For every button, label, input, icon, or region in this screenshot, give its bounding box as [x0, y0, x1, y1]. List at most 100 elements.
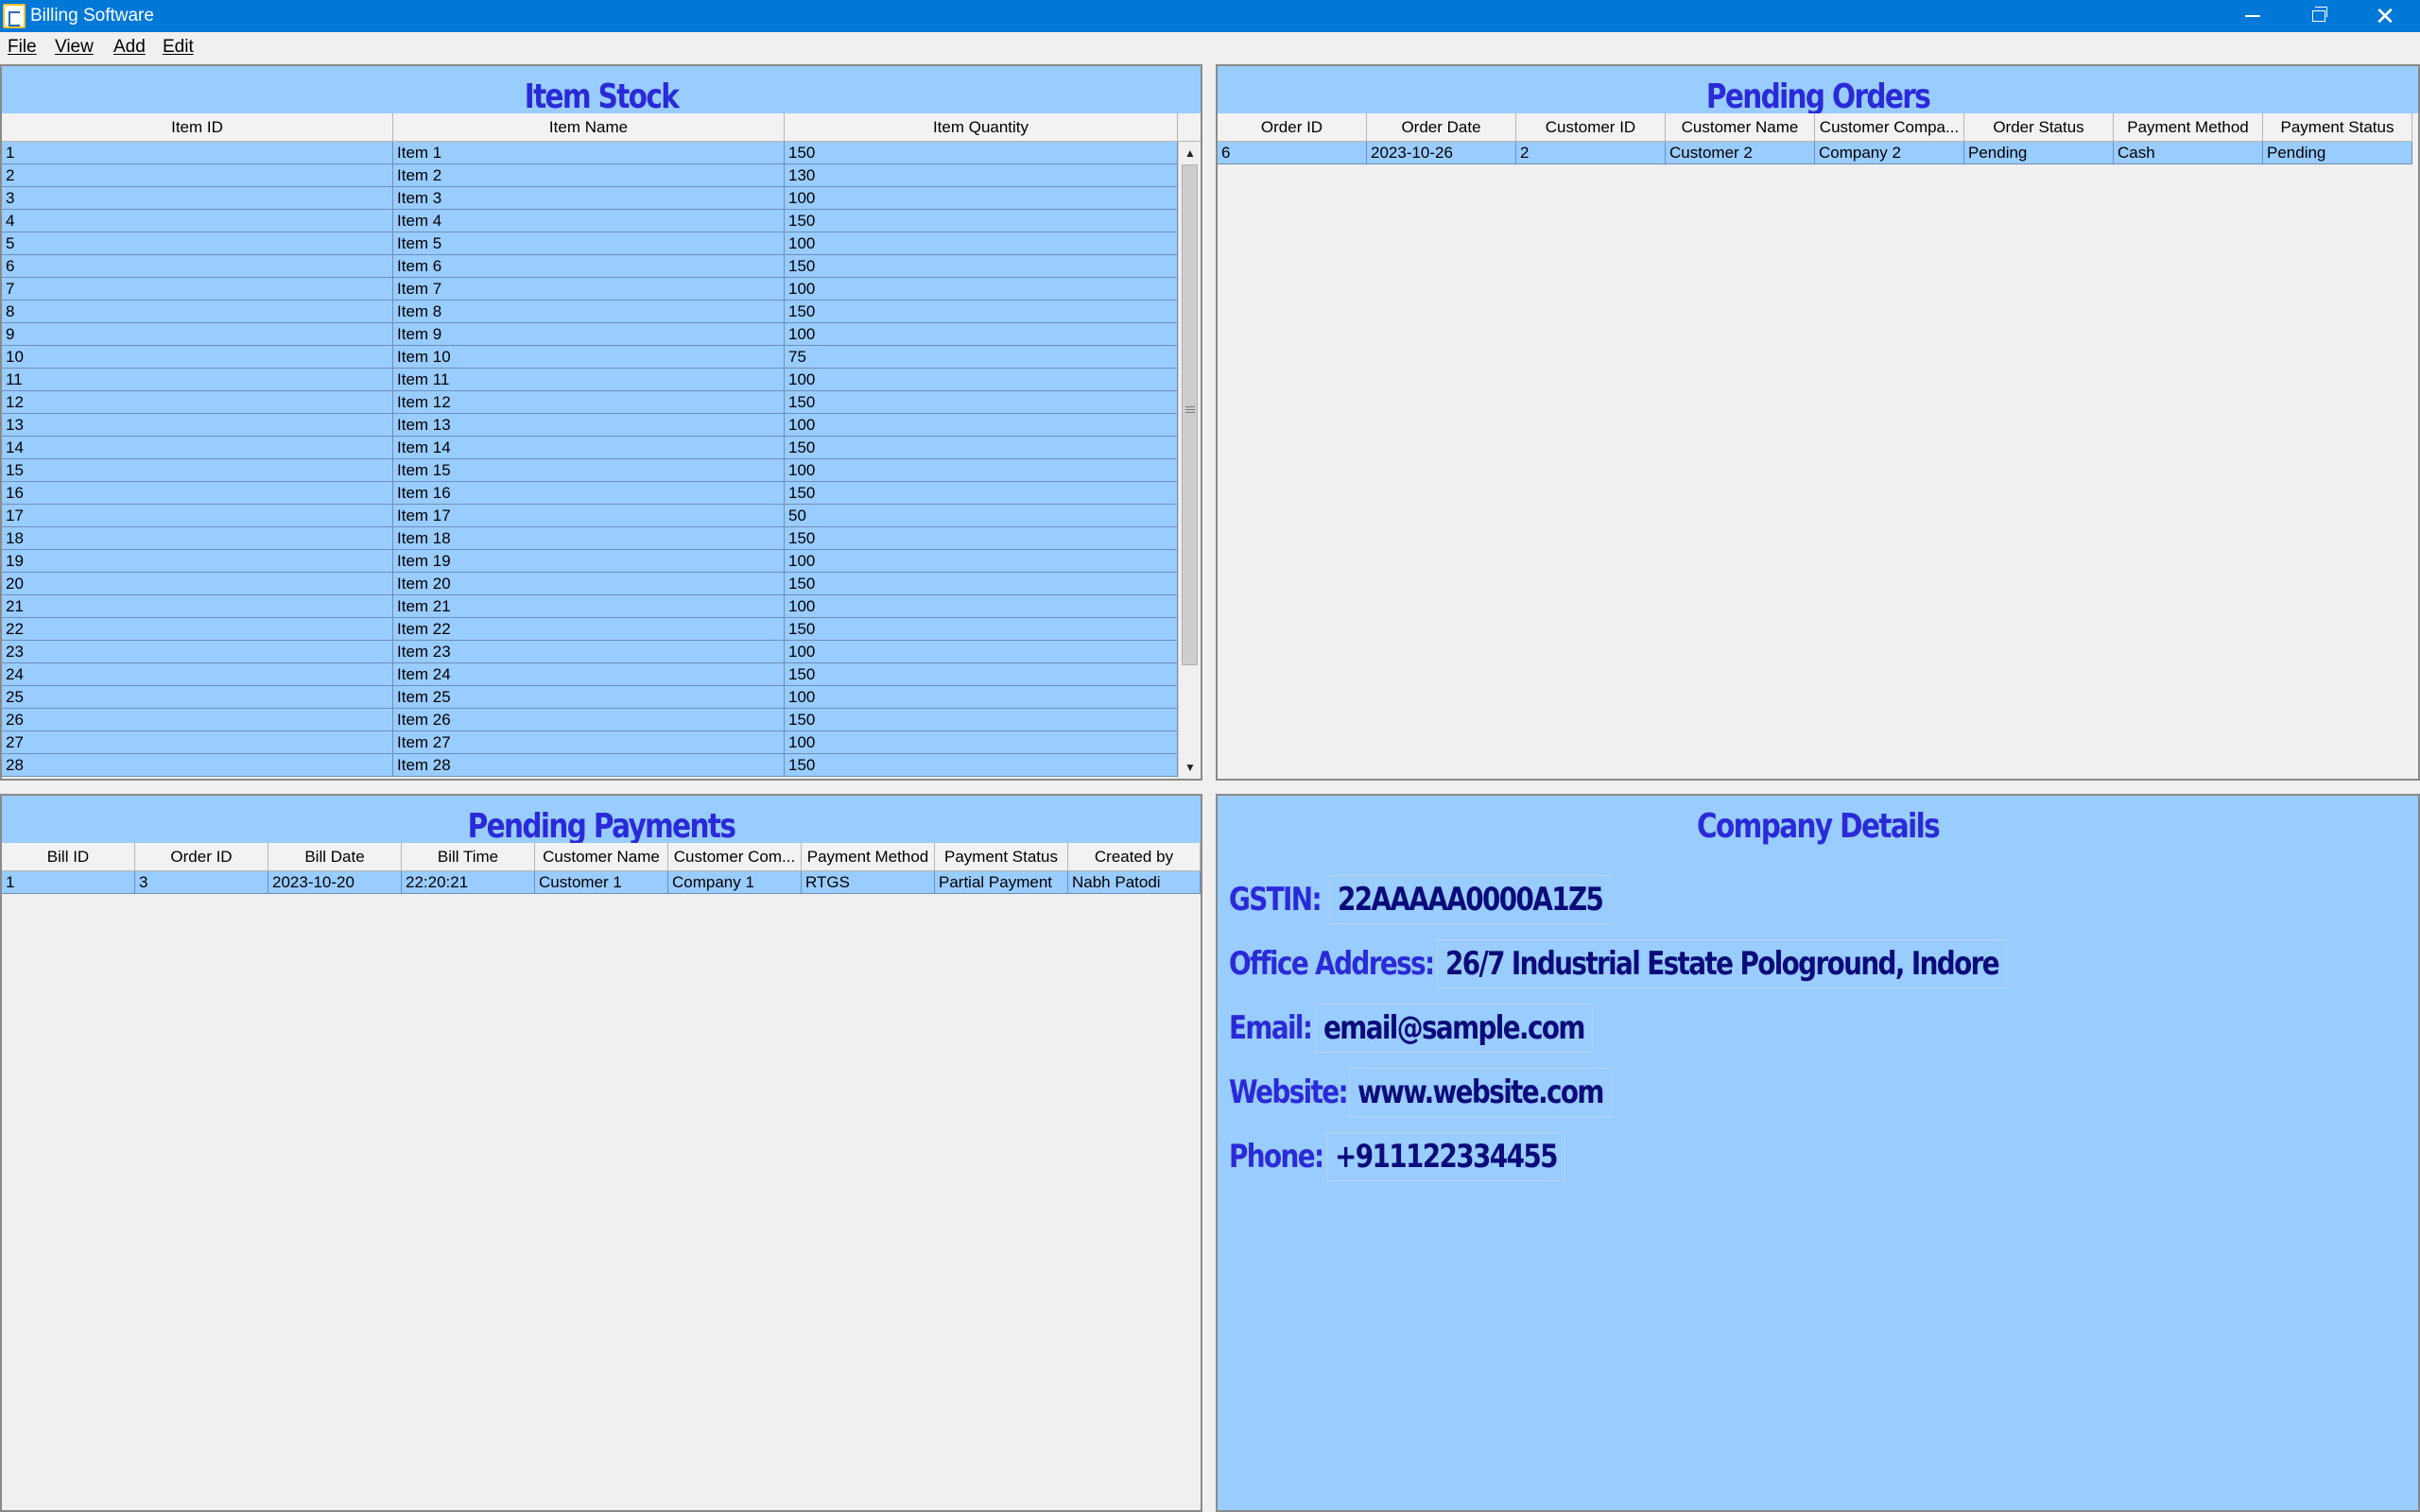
table-cell[interactable]: 22 [2, 618, 393, 640]
table-cell[interactable]: 20 [2, 573, 393, 594]
item-stock-row[interactable]: 12 Item 12 150 [2, 391, 1178, 414]
item-stock-row[interactable]: 18 Item 18 150 [2, 527, 1178, 550]
close-button[interactable]: ✕ [2352, 0, 2418, 32]
maximize-button[interactable] [2286, 0, 2352, 32]
table-cell[interactable]: 13 [2, 414, 393, 436]
table-cell[interactable]: 150 [785, 255, 1178, 277]
table-cell[interactable]: 4 [2, 210, 393, 232]
table-cell[interactable]: Item 3 [393, 187, 785, 209]
table-cell[interactable]: 50 [785, 505, 1178, 526]
column-header[interactable]: Payment Method [2114, 113, 2263, 141]
item-stock-row[interactable]: 26 Item 26 150 [2, 709, 1178, 731]
item-stock-row[interactable]: 22 Item 22 150 [2, 618, 1178, 641]
table-cell[interactable]: 150 [785, 437, 1178, 458]
item-stock-row[interactable]: 1 Item 1 150 [2, 142, 1178, 164]
column-header[interactable]: Customer Name [1666, 113, 1815, 141]
table-cell[interactable]: Nabh Patodi [1068, 871, 1201, 893]
table-cell[interactable]: 150 [785, 573, 1178, 594]
table-cell[interactable]: 100 [785, 550, 1178, 572]
table-cell[interactable]: 12 [2, 391, 393, 413]
item-stock-row[interactable]: 27 Item 27 100 [2, 731, 1178, 754]
column-header[interactable]: Payment Status [935, 843, 1068, 870]
table-cell[interactable]: 150 [785, 527, 1178, 549]
table-cell[interactable]: 21 [2, 595, 393, 617]
table-cell[interactable]: RTGS [802, 871, 935, 893]
table-cell[interactable]: 1 [2, 142, 393, 163]
table-cell[interactable]: 28 [2, 754, 393, 776]
table-cell[interactable]: Item 5 [393, 232, 785, 254]
column-header[interactable]: Order Date [1367, 113, 1516, 141]
item-stock-row[interactable]: 9 Item 9 100 [2, 323, 1178, 346]
table-cell[interactable]: 1 [2, 871, 135, 893]
table-cell[interactable]: 100 [785, 369, 1178, 390]
table-cell[interactable]: 25 [2, 686, 393, 708]
table-cell[interactable]: 150 [785, 142, 1178, 163]
column-header[interactable]: Order ID [1218, 113, 1367, 141]
table-cell[interactable]: Pending [1964, 142, 2114, 163]
item-stock-row[interactable]: 13 Item 13 100 [2, 414, 1178, 437]
column-header[interactable]: Order Status [1964, 113, 2114, 141]
table-cell[interactable]: 23 [2, 641, 393, 662]
table-cell[interactable]: 150 [785, 709, 1178, 730]
table-cell[interactable]: 6 [1218, 142, 1367, 163]
table-cell[interactable]: Item 19 [393, 550, 785, 572]
item-stock-row[interactable]: 4 Item 4 150 [2, 210, 1178, 232]
column-header[interactable]: Customer ID [1516, 113, 1666, 141]
scroll-up-arrow-icon[interactable]: ▲ [1179, 142, 1201, 164]
table-cell[interactable]: 15 [2, 459, 393, 481]
table-cell[interactable]: Item 26 [393, 709, 785, 730]
table-cell[interactable]: 100 [785, 595, 1178, 617]
item-stock-row[interactable]: 25 Item 25 100 [2, 686, 1178, 709]
table-cell[interactable]: 2023-10-20 [268, 871, 402, 893]
table-cell[interactable]: 19 [2, 550, 393, 572]
table-cell[interactable]: Customer 1 [535, 871, 668, 893]
item-stock-row[interactable]: 2 Item 2 130 [2, 164, 1178, 187]
table-cell[interactable]: 9 [2, 323, 393, 345]
table-cell[interactable]: Item 15 [393, 459, 785, 481]
table-cell[interactable]: 100 [785, 731, 1178, 753]
table-cell[interactable]: Partial Payment [935, 871, 1068, 893]
item-stock-row[interactable]: 8 Item 8 150 [2, 301, 1178, 323]
table-cell[interactable]: 17 [2, 505, 393, 526]
column-header[interactable]: Bill Time [402, 843, 535, 870]
table-cell[interactable]: 100 [785, 278, 1178, 300]
table-cell[interactable]: 100 [785, 187, 1178, 209]
table-cell[interactable]: Item 12 [393, 391, 785, 413]
table-cell[interactable]: Item 4 [393, 210, 785, 232]
column-header[interactable]: Payment Status [2263, 113, 2412, 141]
table-cell[interactable]: 24 [2, 663, 393, 685]
item-stock-row[interactable]: 28 Item 28 150 [2, 754, 1178, 777]
table-cell[interactable]: Item 20 [393, 573, 785, 594]
menu-add[interactable]: Add [113, 37, 146, 58]
item-stock-row[interactable]: 17 Item 17 50 [2, 505, 1178, 527]
item-stock-row[interactable]: 6 Item 6 150 [2, 255, 1178, 278]
table-cell[interactable]: Item 24 [393, 663, 785, 685]
item-stock-row[interactable]: 10 Item 10 75 [2, 346, 1178, 369]
table-cell[interactable]: 16 [2, 482, 393, 504]
table-cell[interactable]: 100 [785, 459, 1178, 481]
column-header[interactable]: Item Quantity [785, 113, 1178, 141]
table-cell[interactable]: 150 [785, 754, 1178, 776]
item-stock-row[interactable]: 20 Item 20 150 [2, 573, 1178, 595]
table-cell[interactable]: 3 [135, 871, 268, 893]
minimize-button[interactable] [2220, 0, 2286, 32]
table-cell[interactable]: Item 16 [393, 482, 785, 504]
column-header[interactable]: Item ID [2, 113, 393, 141]
item-stock-row[interactable]: 21 Item 21 100 [2, 595, 1178, 618]
table-cell[interactable]: Item 13 [393, 414, 785, 436]
column-header[interactable]: Created by [1068, 843, 1201, 870]
table-cell[interactable]: Item 17 [393, 505, 785, 526]
table-cell[interactable]: Company 1 [668, 871, 802, 893]
table-cell[interactable]: 7 [2, 278, 393, 300]
table-cell[interactable]: Item 21 [393, 595, 785, 617]
column-header[interactable]: Order ID [135, 843, 268, 870]
item-stock-row[interactable]: 16 Item 16 150 [2, 482, 1178, 505]
table-cell[interactable]: 150 [785, 482, 1178, 504]
table-cell[interactable]: Item 6 [393, 255, 785, 277]
item-stock-row[interactable]: 15 Item 15 100 [2, 459, 1178, 482]
column-header[interactable]: Bill Date [268, 843, 402, 870]
table-cell[interactable]: 11 [2, 369, 393, 390]
table-cell[interactable]: Item 7 [393, 278, 785, 300]
table-cell[interactable]: 18 [2, 527, 393, 549]
column-header[interactable]: Customer Com... [668, 843, 802, 870]
